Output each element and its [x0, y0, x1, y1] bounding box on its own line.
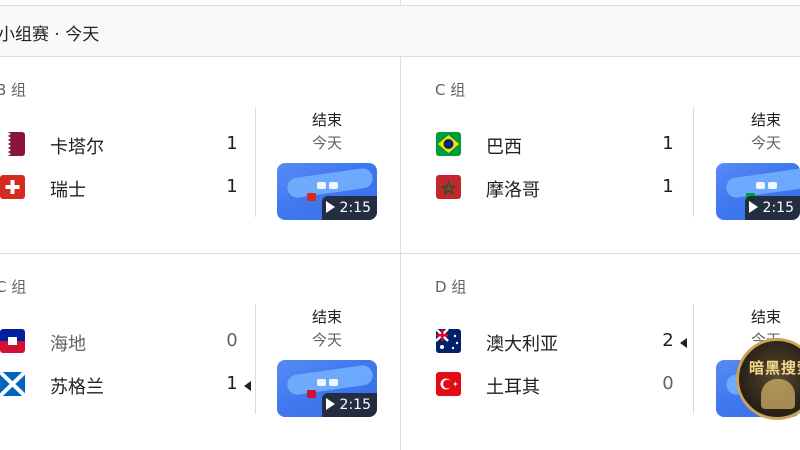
team-row[interactable]: 澳大利亚 2: [436, 327, 696, 355]
highlight-video-thumbnail[interactable]: 2:15: [716, 163, 800, 220]
team-name: 摩洛哥: [486, 180, 540, 201]
card-separator: [693, 107, 694, 217]
thumbnail-art: [329, 182, 338, 189]
match-card-qatar-switzerland[interactable]: B 组 卡塔尔 1 瑞士 1 结束 今天 2:15: [0, 57, 400, 253]
team-name: 巴西: [486, 137, 522, 158]
match-status: 结束: [311, 111, 342, 129]
team-score: 1: [662, 176, 674, 197]
highlight-video-thumbnail[interactable]: 2:15: [277, 360, 377, 417]
scotland-flag-icon: [0, 372, 25, 396]
team-row[interactable]: 瑞士 1: [0, 173, 260, 201]
turkey-flag-icon: [436, 372, 461, 396]
team-score: 1: [226, 133, 238, 154]
team-name: 土耳其: [486, 377, 540, 398]
video-duration: 2:15: [744, 196, 800, 220]
card-separator: [255, 107, 256, 217]
team-row[interactable]: 土耳其 0: [436, 370, 696, 398]
thumbnail-flag-icon: [307, 193, 316, 201]
section-header: 小组赛 · 今天: [0, 5, 800, 57]
switzerland-flag-icon: [0, 175, 25, 199]
group-label: C 组: [435, 81, 466, 99]
match-date: 今天: [311, 331, 342, 349]
team-name: 瑞士: [50, 180, 86, 201]
match-date: 今天: [311, 134, 342, 152]
card-separator: [693, 304, 694, 414]
morocco-flag-icon: [436, 175, 461, 199]
team-name: 卡塔尔: [50, 137, 104, 158]
thumbnail-art: [329, 379, 338, 386]
australia-flag-icon: [436, 329, 461, 353]
hooded-figure-icon: [761, 379, 795, 409]
match-status: 结束: [750, 308, 781, 326]
thumbnail-art: [317, 379, 326, 386]
qatar-flag-icon: [0, 132, 25, 156]
team-name: 海地: [50, 334, 86, 355]
winner-indicator-icon: [244, 381, 251, 391]
team-score: 1: [226, 373, 238, 394]
haiti-flag-icon: [0, 329, 25, 353]
card-separator: [255, 304, 256, 414]
video-duration: 2:15: [321, 196, 377, 220]
match-date: 今天: [750, 134, 781, 152]
video-duration-text: 2:15: [762, 200, 794, 216]
match-card-haiti-scotland[interactable]: C 组 海地 0 苏格兰 1 结束 今天 2:15: [0, 254, 400, 450]
group-label: C 组: [0, 278, 27, 296]
team-name: 澳大利亚: [486, 334, 558, 355]
thumbnail-art: [317, 182, 326, 189]
winner-indicator-icon: [680, 338, 687, 348]
group-label: D 组: [435, 278, 467, 296]
team-row[interactable]: 摩洛哥 1: [436, 173, 696, 201]
group-label: B 组: [0, 81, 27, 99]
play-icon: [325, 398, 335, 410]
match-status: 结束: [750, 111, 781, 129]
video-duration-text: 2:15: [339, 397, 371, 413]
thumbnail-art: [756, 182, 765, 189]
team-row[interactable]: 卡塔尔 1: [0, 130, 260, 158]
thumbnail-art: [768, 182, 777, 189]
team-name: 苏格兰: [50, 377, 104, 398]
match-card-brazil-morocco[interactable]: C 组 巴西 1 摩洛哥 1 结束 今天 2:15: [435, 57, 800, 253]
highlight-video-thumbnail[interactable]: 2:15: [277, 163, 377, 220]
video-duration-text: 2:15: [339, 200, 371, 216]
team-row[interactable]: 苏格兰 1: [0, 370, 260, 398]
match-status: 结束: [311, 308, 342, 326]
watermark-text: 暗黑搜索: [749, 359, 800, 377]
team-score: 0: [662, 373, 674, 394]
section-title: 小组赛 · 今天: [0, 25, 100, 45]
team-score: 0: [226, 330, 238, 351]
team-score: 1: [226, 176, 238, 197]
team-score: 1: [662, 133, 674, 154]
team-row[interactable]: 巴西 1: [436, 130, 696, 158]
team-score: 2: [662, 330, 674, 351]
play-icon: [325, 201, 335, 213]
team-row[interactable]: 海地 0: [0, 327, 260, 355]
play-icon: [748, 201, 758, 213]
video-duration: 2:15: [321, 393, 377, 417]
brazil-flag-icon: [436, 132, 461, 156]
thumbnail-flag-icon: [307, 390, 316, 398]
